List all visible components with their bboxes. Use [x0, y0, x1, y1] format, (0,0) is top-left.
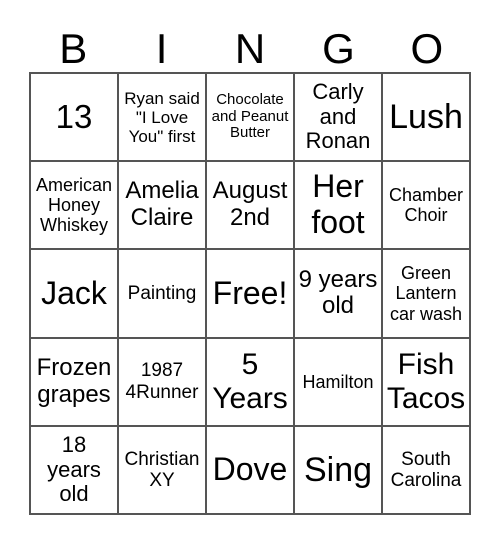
- bingo-cell[interactable]: American Honey Whiskey: [30, 161, 118, 250]
- bingo-cell[interactable]: Jack: [30, 249, 118, 338]
- header-letter-o: O: [410, 25, 444, 72]
- bingo-cell[interactable]: 1987 4Runner: [118, 337, 206, 426]
- bingo-cell[interactable]: Hamilton: [294, 337, 382, 426]
- free-space-cell[interactable]: Free!: [206, 249, 294, 338]
- bingo-cell[interactable]: Chamber Choir: [382, 161, 470, 250]
- header-letter-b: B: [59, 25, 88, 72]
- bingo-cell[interactable]: Frozen grapes: [30, 337, 118, 426]
- bingo-cell[interactable]: Dove: [206, 425, 294, 514]
- header-letter-n: N: [234, 25, 266, 72]
- bingo-cell[interactable]: Fish Tacos: [382, 337, 470, 426]
- bingo-cell[interactable]: 13: [30, 73, 118, 162]
- bingo-cell[interactable]: 9 years old: [294, 249, 382, 338]
- bingo-cell[interactable]: Christian XY: [118, 425, 206, 514]
- bingo-cell[interactable]: Lush: [382, 73, 470, 162]
- header-letter-g: G: [322, 25, 355, 72]
- bingo-cell[interactable]: Her foot: [294, 161, 382, 250]
- bingo-cell[interactable]: 18 years old: [30, 425, 118, 514]
- bingo-cell[interactable]: Ryan said "I Love You" first: [118, 73, 206, 162]
- bingo-cell[interactable]: Amelia Claire: [118, 161, 206, 250]
- bingo-cell[interactable]: 5 Years: [206, 337, 294, 426]
- bingo-cell[interactable]: Painting: [118, 249, 206, 338]
- bingo-cell[interactable]: August 2nd: [206, 161, 294, 250]
- bingo-cell[interactable]: Sing: [294, 425, 382, 514]
- bingo-cell[interactable]: Green Lantern car wash: [382, 249, 470, 338]
- bingo-cell[interactable]: South Carolina: [382, 425, 470, 514]
- bingo-header: B I N G O: [29, 26, 471, 72]
- bingo-cell[interactable]: Carly and Ronan: [294, 73, 382, 162]
- bingo-cell[interactable]: Chocolate and Peanut Butter: [206, 73, 294, 162]
- bingo-grid: 13 Ryan said "I Love You" first Chocolat…: [29, 72, 471, 515]
- header-letter-i: I: [155, 25, 168, 72]
